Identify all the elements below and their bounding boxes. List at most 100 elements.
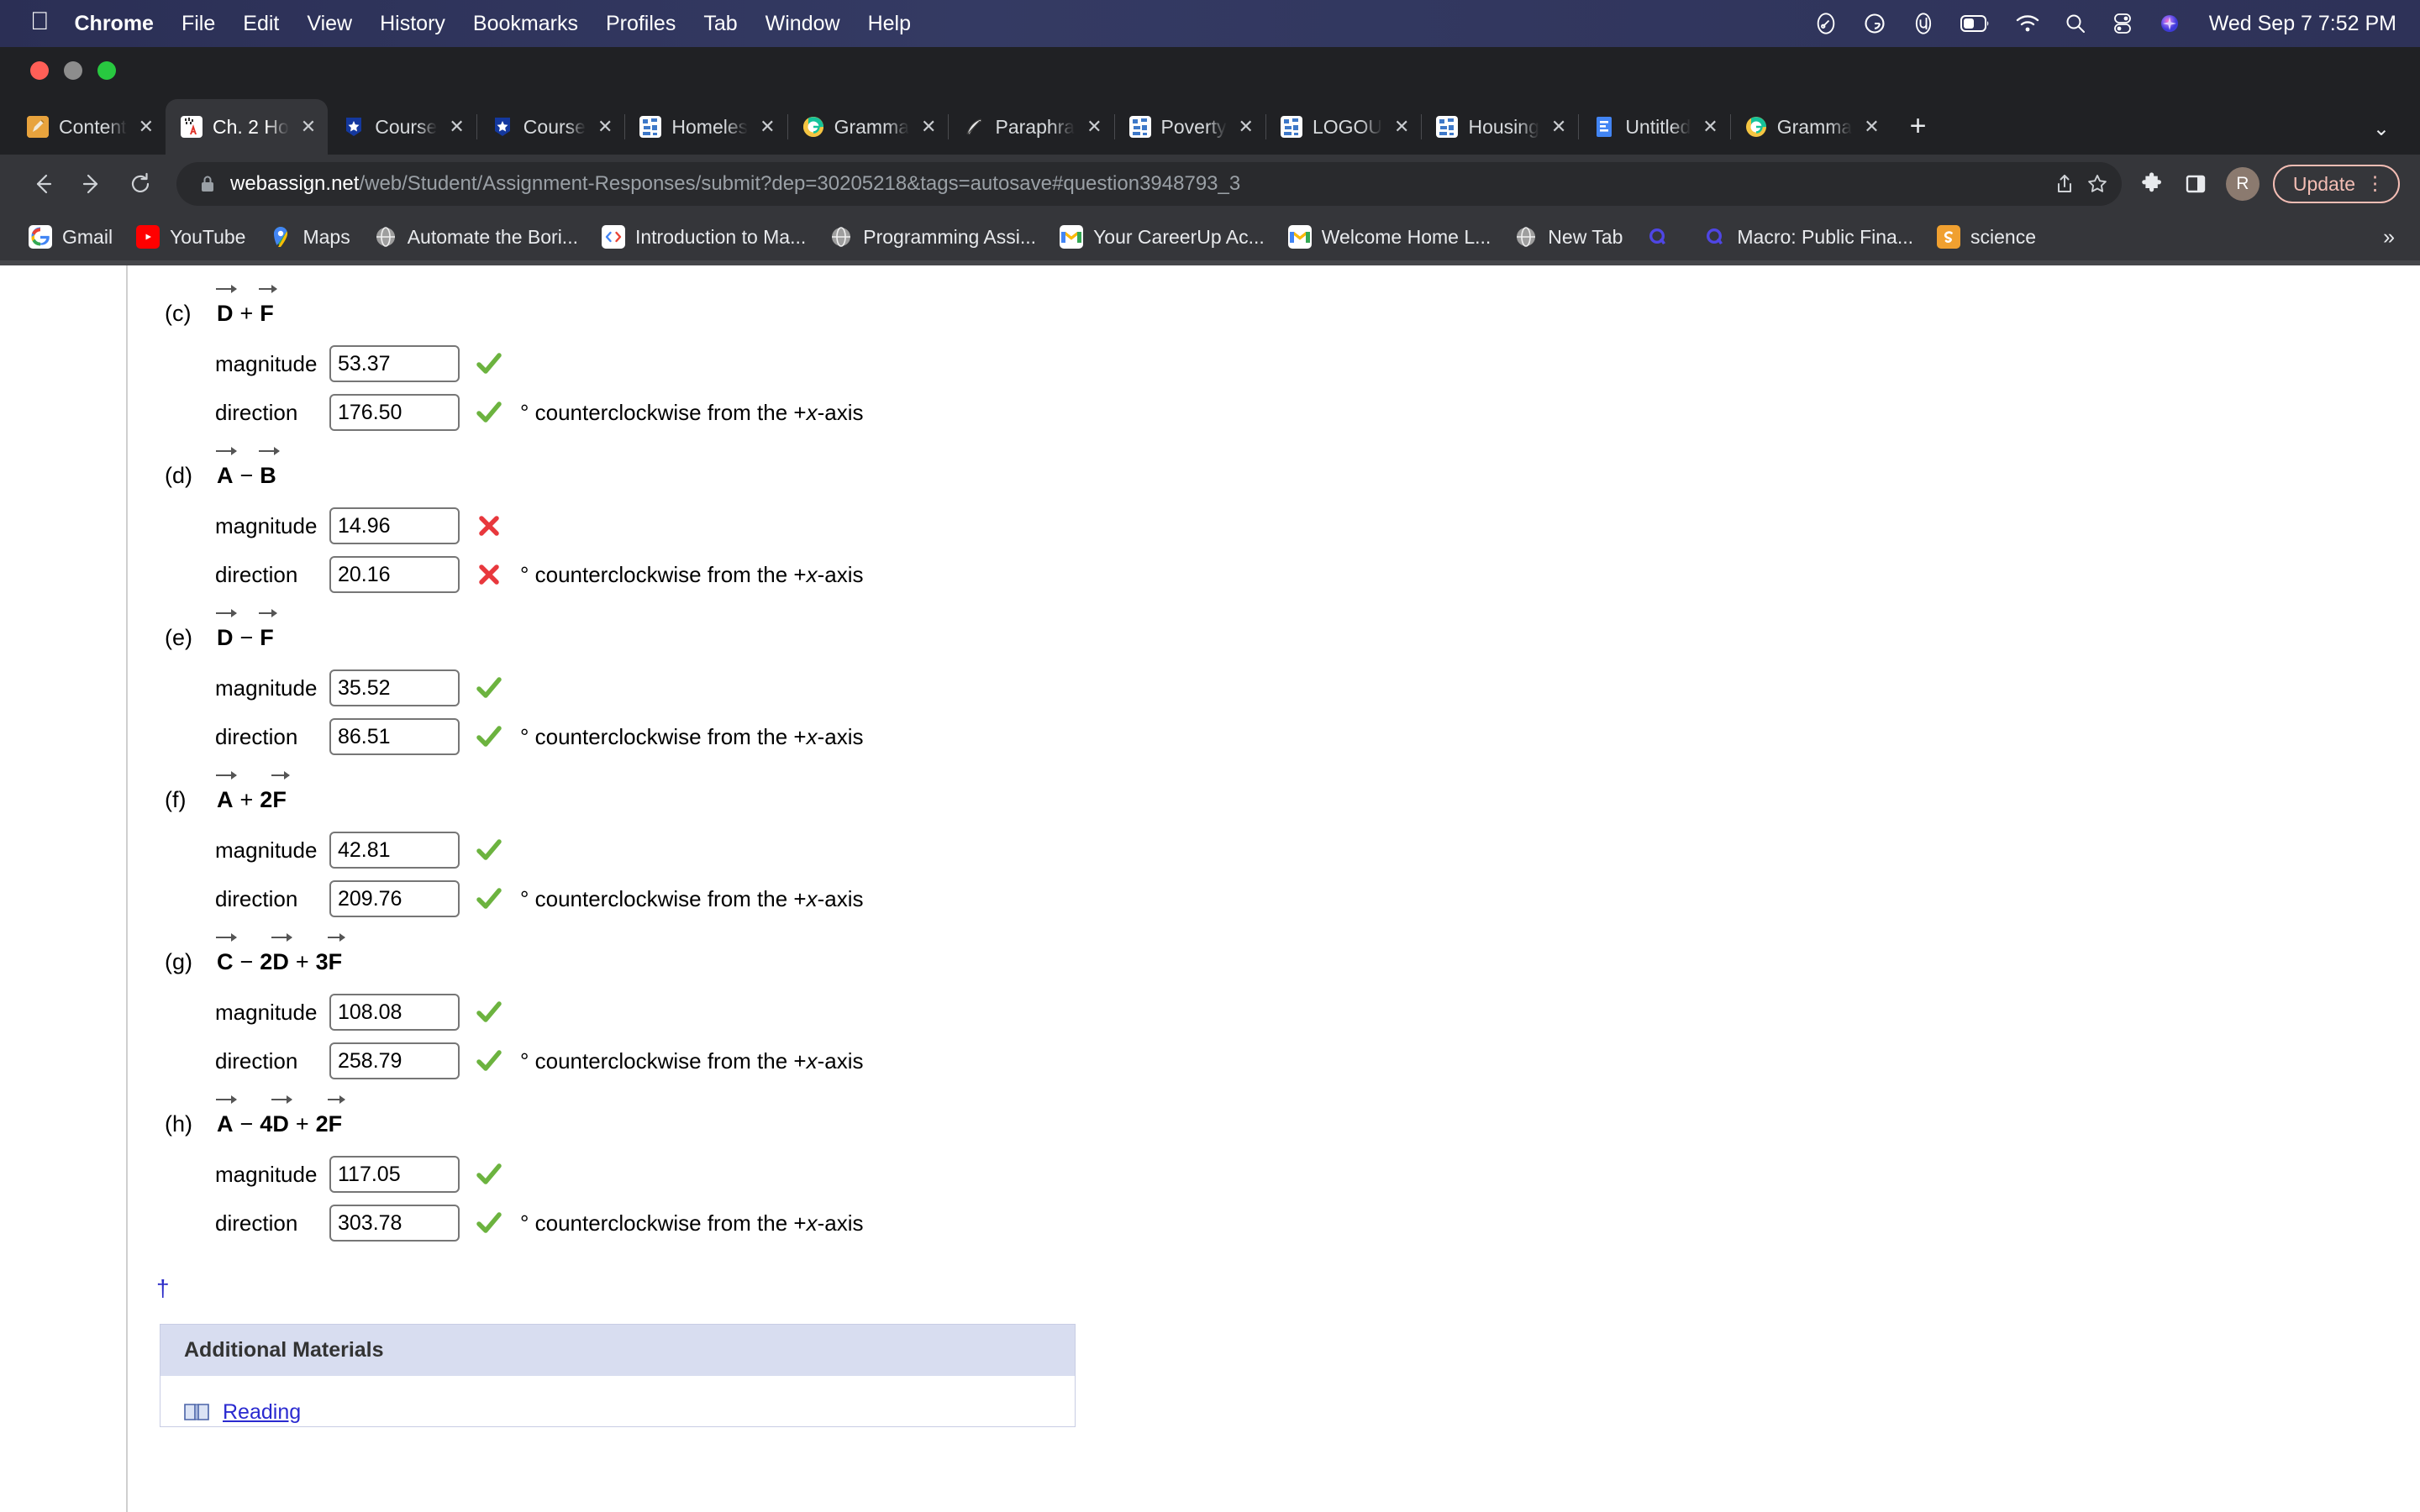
tab-course-2[interactable]: Course ✕ [476, 99, 626, 155]
direction-input[interactable] [329, 1042, 460, 1079]
menu-item-profiles[interactable]: Profiles [606, 12, 676, 36]
tab-poverty[interactable]: Poverty ✕ [1114, 99, 1266, 155]
new-tab-button[interactable]: + [1891, 110, 1945, 155]
back-arrow-icon[interactable] [18, 160, 67, 208]
tab-close-icon[interactable]: ✕ [301, 116, 316, 138]
tab-grammarly-1[interactable]: Gramma ✕ [787, 99, 950, 155]
bookmark-youtube[interactable]: YouTube [124, 225, 257, 249]
tab-title: Ch. 2 Ho [213, 115, 289, 138]
tab-close-icon[interactable]: ✕ [1239, 116, 1254, 138]
tab-homeless[interactable]: Homeles ✕ [624, 99, 788, 155]
close-button[interactable] [30, 61, 49, 80]
bookmark-quora-unnamed[interactable] [1634, 225, 1691, 249]
bookmark-science[interactable]: science [1925, 225, 2048, 249]
magnitude-input[interactable] [329, 994, 460, 1031]
vector-expression: D + F [216, 285, 277, 327]
vector-symbol: A [216, 771, 236, 812]
control-center-icon[interactable] [2112, 13, 2133, 34]
tab-housing[interactable]: Housing ✕ [1421, 99, 1580, 155]
address-bar[interactable]: webassign.net/web/Student/Assignment-Res… [176, 162, 2122, 206]
star-outline-icon[interactable] [2086, 173, 2108, 195]
direction-input[interactable] [329, 718, 460, 755]
bookmark-gmail[interactable]: Gmail [17, 225, 124, 249]
tab-close-icon[interactable]: ✕ [1394, 116, 1409, 138]
additional-materials-link[interactable]: Reading [223, 1400, 301, 1425]
direction-input[interactable] [329, 880, 460, 917]
menu-item-file[interactable]: File [182, 12, 215, 36]
magnitude-input[interactable] [329, 832, 460, 869]
apple-menu-icon[interactable]:  [30, 9, 50, 34]
tab-close-icon[interactable]: ✕ [1551, 116, 1566, 138]
bookmark-automate-the-boring[interactable]: Automate the Bori... [362, 225, 590, 249]
tab-close-icon[interactable]: ✕ [449, 116, 464, 138]
unit-suffix: -axis [817, 1047, 864, 1074]
bookmark-macro-public-fina[interactable]: Macro: Public Fina... [1691, 225, 1925, 249]
kebab-menu-icon[interactable]: ⋮ [2365, 174, 2385, 193]
magnitude-input[interactable] [329, 345, 460, 382]
menu-item-help[interactable]: Help [868, 12, 911, 36]
tab-close-icon[interactable]: ✕ [921, 116, 936, 138]
url-text: webassign.net/web/Student/Assignment-Res… [230, 172, 2043, 196]
tab-course-1[interactable]: Course ✕ [328, 99, 477, 155]
tab-close-icon[interactable]: ✕ [760, 116, 775, 138]
bookmarks-overflow-icon[interactable]: » [2383, 225, 2402, 249]
menu-item-chrome[interactable]: Chrome [75, 12, 154, 36]
vector-symbol: F [327, 933, 345, 974]
tab-close-icon[interactable]: ✕ [1702, 116, 1718, 138]
reload-icon[interactable] [116, 160, 165, 208]
bookmark-introduction-to-ma[interactable]: Introduction to Ma... [590, 225, 818, 249]
tab-paraphrase[interactable]: Paraphra ✕ [948, 99, 1115, 155]
maps-pin-icon [269, 225, 292, 249]
menu-bar-clock[interactable]: Wed Sep 7 7:52 PM [2209, 12, 2396, 36]
bookmark-new-tab[interactable]: New Tab [1502, 225, 1634, 249]
magnitude-input[interactable] [329, 507, 460, 544]
tab-close-icon[interactable]: ✕ [597, 116, 613, 138]
wifi-icon[interactable] [2016, 14, 2039, 33]
bookmark-welcome-home-l[interactable]: Welcome Home L... [1276, 225, 1503, 249]
minimize-button[interactable] [64, 61, 82, 80]
part-header: (h) A −4 D +2 F [126, 1095, 2420, 1137]
side-panel-icon[interactable] [2174, 162, 2217, 206]
tab-close-icon[interactable]: ✕ [1086, 116, 1102, 138]
utorrent-icon[interactable] [1912, 12, 1935, 35]
direction-input[interactable] [329, 556, 460, 593]
magnitude-input[interactable] [329, 1156, 460, 1193]
tab-content[interactable]: Content ✕ [12, 99, 166, 155]
direction-input[interactable] [329, 1205, 460, 1242]
direction-input[interactable] [329, 394, 460, 431]
menu-item-tab[interactable]: Tab [703, 12, 737, 36]
tab-ch2-homework[interactable]: Ch. 2 Ho ✕ [166, 99, 329, 155]
forward-arrow-icon[interactable] [67, 160, 116, 208]
magnitude-row: magnitude [126, 994, 2420, 1031]
tab-grammarly-2[interactable]: Gramma ✕ [1730, 99, 1891, 155]
operator: + [239, 301, 254, 326]
bookmark-maps[interactable]: Maps [257, 225, 361, 249]
tab-close-icon[interactable]: ✕ [139, 116, 154, 138]
tab-search-chevron-down-icon[interactable]: ⌄ [2373, 117, 2408, 155]
magnitude-input[interactable] [329, 669, 460, 706]
tab-logout[interactable]: LOGOU ✕ [1265, 99, 1423, 155]
bookmark-your-careerup-ac[interactable]: Your CareerUp Ac... [1048, 225, 1276, 249]
share-icon[interactable] [2054, 173, 2075, 195]
tab-untitled[interactable]: Untitled ✕ [1578, 99, 1731, 155]
bookmark-programming-assi[interactable]: Programming Assi... [818, 225, 1048, 249]
menu-item-view[interactable]: View [307, 12, 352, 36]
profile-avatar[interactable]: R [2225, 167, 2260, 201]
tab-close-icon[interactable]: ✕ [1864, 116, 1879, 138]
update-button[interactable]: Update ⋮ [2272, 165, 2400, 203]
evernote-icon[interactable] [1814, 12, 1838, 35]
maximize-button[interactable] [97, 61, 116, 80]
siri-icon[interactable] [2159, 13, 2181, 34]
unit-prefix: ° counterclockwise from the + [520, 885, 807, 911]
menu-item-history[interactable]: History [380, 12, 445, 36]
grammarly-icon[interactable] [1863, 12, 1886, 35]
bookmark-label: Introduction to Ma... [634, 225, 807, 248]
extensions-puzzle-icon[interactable] [2130, 162, 2174, 206]
spotlight-search-icon[interactable] [2065, 13, 2086, 34]
footnote-dagger[interactable]: † [126, 1277, 2420, 1300]
menu-item-window[interactable]: Window [765, 12, 840, 36]
menu-item-bookmarks[interactable]: Bookmarks [473, 12, 578, 36]
menu-item-edit[interactable]: Edit [243, 12, 279, 36]
lock-icon [198, 174, 217, 194]
battery-icon[interactable] [1960, 14, 1991, 33]
